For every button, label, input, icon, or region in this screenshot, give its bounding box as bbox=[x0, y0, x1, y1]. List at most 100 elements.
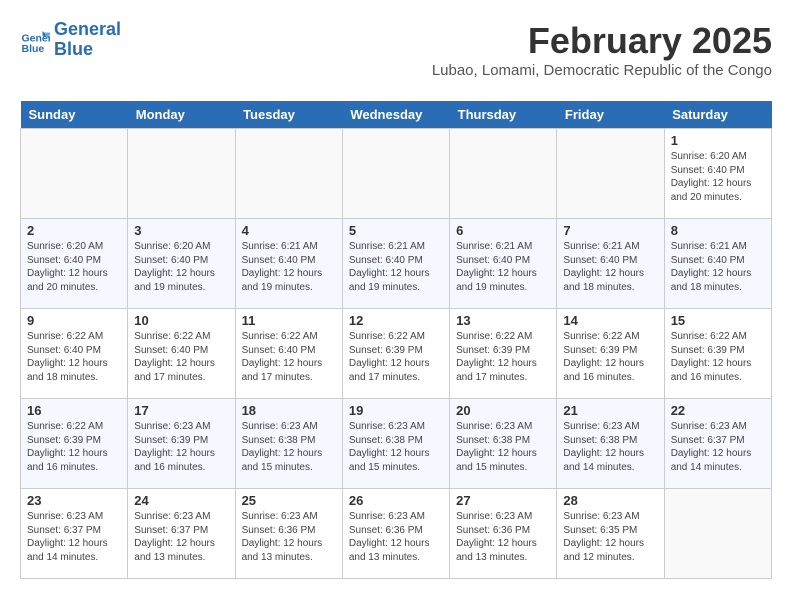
day-number: 14 bbox=[563, 313, 657, 328]
day-number: 19 bbox=[349, 403, 443, 418]
day-info: Sunrise: 6:23 AM Sunset: 6:38 PM Dayligh… bbox=[563, 420, 657, 474]
calendar-day-13: 13 Sunrise: 6:22 AM Sunset: 6:39 PM Dayli… bbox=[450, 309, 557, 399]
day-info: Sunrise: 6:23 AM Sunset: 6:36 PM Dayligh… bbox=[456, 510, 550, 564]
logo-text-line1: General bbox=[54, 20, 121, 40]
day-info: Sunrise: 6:23 AM Sunset: 6:38 PM Dayligh… bbox=[456, 420, 550, 474]
day-number: 13 bbox=[456, 313, 550, 328]
calendar-day-19: 19 Sunrise: 6:23 AM Sunset: 6:38 PM Dayli… bbox=[342, 399, 449, 489]
day-number: 1 bbox=[671, 133, 765, 148]
calendar-table: SundayMondayTuesdayWednesdayThursdayFrid… bbox=[20, 101, 772, 579]
calendar-day-20: 20 Sunrise: 6:23 AM Sunset: 6:38 PM Dayli… bbox=[450, 399, 557, 489]
day-number: 16 bbox=[27, 403, 121, 418]
logo: General Blue General Blue bbox=[20, 20, 121, 60]
day-info: Sunrise: 6:23 AM Sunset: 6:37 PM Dayligh… bbox=[27, 510, 121, 564]
day-info: Sunrise: 6:20 AM Sunset: 6:40 PM Dayligh… bbox=[671, 150, 765, 204]
calendar-day-8: 8 Sunrise: 6:21 AM Sunset: 6:40 PM Daylig… bbox=[664, 219, 771, 309]
calendar-day-5: 5 Sunrise: 6:21 AM Sunset: 6:40 PM Daylig… bbox=[342, 219, 449, 309]
day-info: Sunrise: 6:23 AM Sunset: 6:37 PM Dayligh… bbox=[134, 510, 228, 564]
day-info: Sunrise: 6:22 AM Sunset: 6:39 PM Dayligh… bbox=[349, 330, 443, 384]
day-number: 22 bbox=[671, 403, 765, 418]
calendar-day-9: 9Sunrise: 6:22 AM Sunset: 6:40 PM Daylig… bbox=[21, 309, 128, 399]
header-monday: Monday bbox=[128, 101, 235, 129]
calendar-day-22: 22 Sunrise: 6:23 AM Sunset: 6:37 PM Dayli… bbox=[664, 399, 771, 489]
day-info: Sunrise: 6:23 AM Sunset: 6:35 PM Dayligh… bbox=[563, 510, 657, 564]
calendar-week-row: 2 Sunrise: 6:20 AM Sunset: 6:40 PM Daylig… bbox=[21, 219, 772, 309]
calendar-day-6: 6 Sunrise: 6:21 AM Sunset: 6:40 PM Daylig… bbox=[450, 219, 557, 309]
day-info: Sunrise: 6:23 AM Sunset: 6:36 PM Dayligh… bbox=[349, 510, 443, 564]
calendar-title: February 2025 bbox=[432, 20, 772, 62]
calendar-week-row: 16 Sunrise: 6:22 AM Sunset: 6:39 PM Dayli… bbox=[21, 399, 772, 489]
day-number: 23 bbox=[27, 493, 121, 508]
day-info: Sunrise: 6:22 AM Sunset: 6:39 PM Dayligh… bbox=[563, 330, 657, 384]
calendar-day-empty bbox=[21, 129, 128, 219]
calendar-day-25: 25 Sunrise: 6:23 AM Sunset: 6:36 PM Dayli… bbox=[235, 489, 342, 579]
day-info: Sunrise: 6:21 AM Sunset: 6:40 PM Dayligh… bbox=[242, 240, 336, 294]
header-sunday: Sunday bbox=[21, 101, 128, 129]
day-number: 17 bbox=[134, 403, 228, 418]
calendar-day-16: 16 Sunrise: 6:22 AM Sunset: 6:39 PM Dayli… bbox=[21, 399, 128, 489]
calendar-week-row: 9Sunrise: 6:22 AM Sunset: 6:40 PM Daylig… bbox=[21, 309, 772, 399]
calendar-week-row: 23 Sunrise: 6:23 AM Sunset: 6:37 PM Dayli… bbox=[21, 489, 772, 579]
day-info: Sunrise: 6:21 AM Sunset: 6:40 PM Dayligh… bbox=[563, 240, 657, 294]
calendar-day-23: 23 Sunrise: 6:23 AM Sunset: 6:37 PM Dayli… bbox=[21, 489, 128, 579]
day-info: Sunrise: 6:22 AM Sunset: 6:40 PM Dayligh… bbox=[27, 330, 121, 384]
calendar-day-7: 7 Sunrise: 6:21 AM Sunset: 6:40 PM Daylig… bbox=[557, 219, 664, 309]
day-number: 7 bbox=[563, 223, 657, 238]
day-number: 21 bbox=[563, 403, 657, 418]
calendar-day-10: 10Sunrise: 6:22 AM Sunset: 6:40 PM Dayli… bbox=[128, 309, 235, 399]
calendar-day-18: 18 Sunrise: 6:23 AM Sunset: 6:38 PM Dayli… bbox=[235, 399, 342, 489]
day-number: 8 bbox=[671, 223, 765, 238]
calendar-day-14: 14 Sunrise: 6:22 AM Sunset: 6:39 PM Dayli… bbox=[557, 309, 664, 399]
day-info: Sunrise: 6:23 AM Sunset: 6:37 PM Dayligh… bbox=[671, 420, 765, 474]
calendar-day-empty bbox=[235, 129, 342, 219]
day-info: Sunrise: 6:22 AM Sunset: 6:39 PM Dayligh… bbox=[27, 420, 121, 474]
header-tuesday: Tuesday bbox=[235, 101, 342, 129]
day-info: Sunrise: 6:23 AM Sunset: 6:38 PM Dayligh… bbox=[349, 420, 443, 474]
day-info: Sunrise: 6:21 AM Sunset: 6:40 PM Dayligh… bbox=[349, 240, 443, 294]
logo-text-line2: Blue bbox=[54, 40, 121, 60]
day-number: 5 bbox=[349, 223, 443, 238]
calendar-day-12: 12 Sunrise: 6:22 AM Sunset: 6:39 PM Dayli… bbox=[342, 309, 449, 399]
calendar-day-empty bbox=[128, 129, 235, 219]
day-number: 4 bbox=[242, 223, 336, 238]
calendar-week-row: 1 Sunrise: 6:20 AM Sunset: 6:40 PM Daylig… bbox=[21, 129, 772, 219]
day-info: Sunrise: 6:22 AM Sunset: 6:40 PM Dayligh… bbox=[242, 330, 336, 384]
calendar-day-4: 4 Sunrise: 6:21 AM Sunset: 6:40 PM Daylig… bbox=[235, 219, 342, 309]
day-number: 12 bbox=[349, 313, 443, 328]
day-number: 20 bbox=[456, 403, 550, 418]
calendar-day-21: 21 Sunrise: 6:23 AM Sunset: 6:38 PM Dayli… bbox=[557, 399, 664, 489]
calendar-day-24: 24 Sunrise: 6:23 AM Sunset: 6:37 PM Dayli… bbox=[128, 489, 235, 579]
calendar-subtitle: Lubao, Lomami, Democratic Republic of th… bbox=[432, 62, 772, 79]
day-info: Sunrise: 6:23 AM Sunset: 6:38 PM Dayligh… bbox=[242, 420, 336, 474]
calendar-day-15: 15Sunrise: 6:22 AM Sunset: 6:39 PM Dayli… bbox=[664, 309, 771, 399]
calendar-day-empty bbox=[664, 489, 771, 579]
day-info: Sunrise: 6:23 AM Sunset: 6:39 PM Dayligh… bbox=[134, 420, 228, 474]
day-info: Sunrise: 6:22 AM Sunset: 6:40 PM Dayligh… bbox=[134, 330, 228, 384]
day-number: 11 bbox=[242, 313, 336, 328]
general-blue-logo-icon: General Blue bbox=[20, 25, 50, 55]
day-info: Sunrise: 6:22 AM Sunset: 6:39 PM Dayligh… bbox=[456, 330, 550, 384]
calendar-day-26: 26 Sunrise: 6:23 AM Sunset: 6:36 PM Dayli… bbox=[342, 489, 449, 579]
calendar-day-empty bbox=[450, 129, 557, 219]
header-friday: Friday bbox=[557, 101, 664, 129]
calendar-day-3: 3 Sunrise: 6:20 AM Sunset: 6:40 PM Daylig… bbox=[128, 219, 235, 309]
day-info: Sunrise: 6:20 AM Sunset: 6:40 PM Dayligh… bbox=[27, 240, 121, 294]
day-number: 25 bbox=[242, 493, 336, 508]
day-info: Sunrise: 6:21 AM Sunset: 6:40 PM Dayligh… bbox=[456, 240, 550, 294]
day-info: Sunrise: 6:23 AM Sunset: 6:36 PM Dayligh… bbox=[242, 510, 336, 564]
day-number: 6 bbox=[456, 223, 550, 238]
day-info: Sunrise: 6:20 AM Sunset: 6:40 PM Dayligh… bbox=[134, 240, 228, 294]
calendar-header-row: SundayMondayTuesdayWednesdayThursdayFrid… bbox=[21, 101, 772, 129]
day-number: 3 bbox=[134, 223, 228, 238]
calendar-day-2: 2 Sunrise: 6:20 AM Sunset: 6:40 PM Daylig… bbox=[21, 219, 128, 309]
day-number: 24 bbox=[134, 493, 228, 508]
day-number: 26 bbox=[349, 493, 443, 508]
day-number: 18 bbox=[242, 403, 336, 418]
calendar-day-1: 1 Sunrise: 6:20 AM Sunset: 6:40 PM Daylig… bbox=[664, 129, 771, 219]
calendar-day-28: 28 Sunrise: 6:23 AM Sunset: 6:35 PM Dayli… bbox=[557, 489, 664, 579]
header-thursday: Thursday bbox=[450, 101, 557, 129]
day-number: 2 bbox=[27, 223, 121, 238]
day-number: 28 bbox=[563, 493, 657, 508]
svg-text:Blue: Blue bbox=[22, 43, 45, 55]
day-info: Sunrise: 6:21 AM Sunset: 6:40 PM Dayligh… bbox=[671, 240, 765, 294]
